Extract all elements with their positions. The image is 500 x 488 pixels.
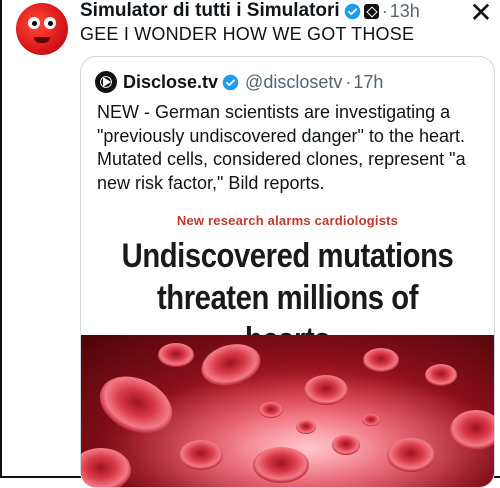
verified-badge-icon bbox=[222, 74, 239, 90]
avatar-mouth bbox=[34, 37, 50, 43]
frame-border-left bbox=[0, 0, 2, 478]
separator-dot: · bbox=[381, 0, 388, 21]
author-name[interactable]: Simulator di tutti i Simulatori bbox=[80, 0, 340, 22]
tweet-time[interactable]: 13h bbox=[390, 1, 420, 22]
quoted-tweet-card[interactable]: Disclose.tv @disclosetv · 17h NEW - Germ… bbox=[80, 56, 495, 488]
quote-time[interactable]: 17h bbox=[353, 72, 383, 93]
quote-author-name[interactable]: Disclose.tv bbox=[123, 72, 218, 93]
avatar-eye-right bbox=[44, 17, 56, 29]
headline-line-1: Undiscovered mutations bbox=[121, 237, 454, 275]
verified-badge-icon bbox=[344, 3, 360, 19]
quote-header: Disclose.tv @disclosetv · 17h bbox=[95, 71, 383, 93]
quote-avatar[interactable] bbox=[95, 71, 117, 93]
affiliate-badge-icon bbox=[363, 3, 379, 19]
quote-text: NEW - German scientists are investigatin… bbox=[97, 102, 466, 193]
article-kicker: New research alarms cardiologists bbox=[176, 213, 399, 228]
avatar[interactable] bbox=[16, 3, 68, 55]
quote-handle[interactable]: @disclosetv bbox=[245, 72, 342, 93]
tweet-text: GEE I WONDER HOW WE GOT THOSE bbox=[80, 24, 415, 44]
close-icon[interactable]: ✕ bbox=[468, 0, 494, 28]
article-media[interactable]: New research alarms cardiologists Undisc… bbox=[81, 207, 494, 487]
blood-cells-illustration bbox=[81, 335, 494, 487]
quote-separator-dot: · bbox=[345, 71, 352, 92]
tweet-header: Simulator di tutti i Simulatori · 13h bbox=[80, 0, 420, 22]
blood-cells-image bbox=[81, 335, 494, 487]
avatar-eye-left bbox=[28, 17, 40, 29]
